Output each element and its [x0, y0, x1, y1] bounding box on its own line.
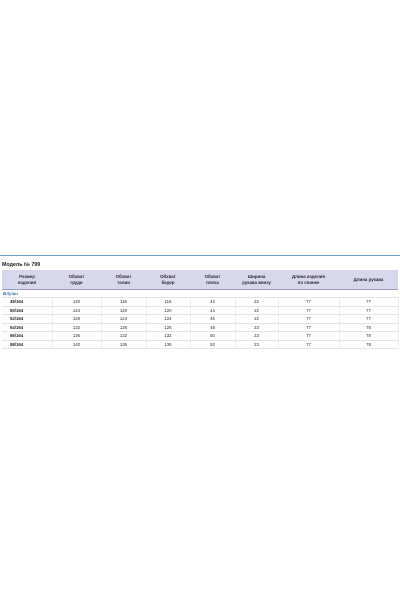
cell-sleeve-width: 23: [235, 340, 279, 349]
top-divider: [0, 255, 400, 256]
cell-shoulder: 50: [190, 331, 236, 341]
cell-waist: 116: [101, 297, 147, 307]
cell-back-length: 77: [278, 306, 340, 315]
cell-chest: 140: [52, 340, 102, 349]
header-size: Размер изделия: [2, 270, 52, 290]
table-row: 48/164 120 116 116 42 22 77 77: [2, 297, 399, 307]
cell-size: 58/164: [2, 340, 53, 349]
header-chest: Обхват груди: [52, 270, 101, 290]
table-body: Блузы 48/164 120 116 116 42 22 77 77 50/164 124 12…: [2, 289, 399, 349]
cell-sleeve-length: 78: [339, 323, 399, 332]
cell-sleeve-width: 23: [235, 331, 279, 341]
cell-shoulder: 48: [190, 323, 236, 332]
cell-sleeve-length: 77: [339, 297, 399, 307]
cell-chest: 132: [52, 323, 102, 332]
cell-sleeve-width: 22: [235, 297, 279, 307]
cell-shoulder: 52: [190, 340, 236, 349]
header-sleeve-width: Ширина рукава внизу: [235, 270, 278, 290]
cell-sleeve-width: 22: [235, 314, 279, 324]
header-shoulder: Обхват плеча: [190, 270, 235, 290]
cell-back-length: 77: [278, 314, 340, 324]
cell-back-length: 77: [278, 331, 340, 341]
cell-sleeve-length: 78: [339, 340, 399, 349]
cell-hips: 124: [146, 314, 191, 324]
cell-waist: 136: [101, 340, 147, 349]
header-waist: Обхват талии: [101, 270, 146, 290]
cell-hips: 128: [146, 323, 191, 332]
group-label: Блузы: [2, 289, 398, 298]
cell-waist: 132: [101, 331, 147, 341]
table-row: 50/164 124 120 120 44 22 77 77: [2, 306, 399, 315]
crop-edge: [0, 351, 400, 355]
cell-chest: 128: [52, 314, 102, 324]
cell-size: 50/164: [2, 306, 53, 315]
table-header-row: Размер изделия Обхват груди Обхват талии…: [2, 270, 398, 290]
cell-shoulder: 42: [190, 297, 236, 307]
cell-chest: 120: [52, 297, 102, 307]
cell-chest: 124: [52, 306, 102, 315]
cell-hips: 136: [146, 340, 191, 349]
cell-sleeve-length: 78: [339, 331, 399, 341]
cell-shoulder: 44: [190, 306, 236, 315]
cell-waist: 120: [101, 306, 147, 315]
cell-sleeve-length: 77: [339, 306, 399, 315]
cell-back-length: 77: [278, 340, 340, 349]
page: Модель № 799 Размер изделия Обхват груди…: [0, 0, 400, 600]
header-back-length: Длина изделия по спинке: [278, 270, 339, 290]
table-row: 52/164 128 124 124 46 22 77 77: [2, 314, 399, 324]
cell-hips: 120: [146, 306, 191, 315]
model-title: Модель № 799: [2, 262, 41, 268]
table-row: 56/164 136 132 132 50 23 77 78: [2, 331, 399, 341]
cell-chest: 136: [52, 331, 102, 341]
cell-waist: 128: [101, 323, 147, 332]
cell-sleeve-width: 22: [235, 306, 279, 315]
table-row: 58/164 140 136 136 52 23 77 78: [2, 340, 399, 349]
cell-back-length: 77: [278, 323, 340, 332]
cell-shoulder: 46: [190, 314, 236, 324]
cell-back-length: 77: [278, 297, 340, 307]
cell-sleeve-width: 23: [235, 323, 279, 332]
cell-hips: 116: [146, 297, 191, 307]
group-row: Блузы: [2, 289, 398, 298]
cell-size: 54/164: [2, 323, 53, 332]
cell-waist: 124: [101, 314, 147, 324]
cell-sleeve-length: 77: [339, 314, 399, 324]
cell-hips: 132: [146, 331, 191, 341]
header-hips: Обхват бедер: [146, 270, 190, 290]
cell-size: 52/164: [2, 314, 53, 324]
header-sleeve-length: Длина рукава: [339, 270, 398, 290]
cell-size: 56/164: [2, 331, 53, 341]
cell-size: 48/164: [2, 297, 53, 307]
size-table: Размер изделия Обхват груди Обхват талии…: [2, 270, 399, 349]
table-row: 54/164 132 128 128 48 23 77 78: [2, 323, 399, 332]
size-chart-sheet: Модель № 799 Размер изделия Обхват груди…: [0, 255, 400, 355]
